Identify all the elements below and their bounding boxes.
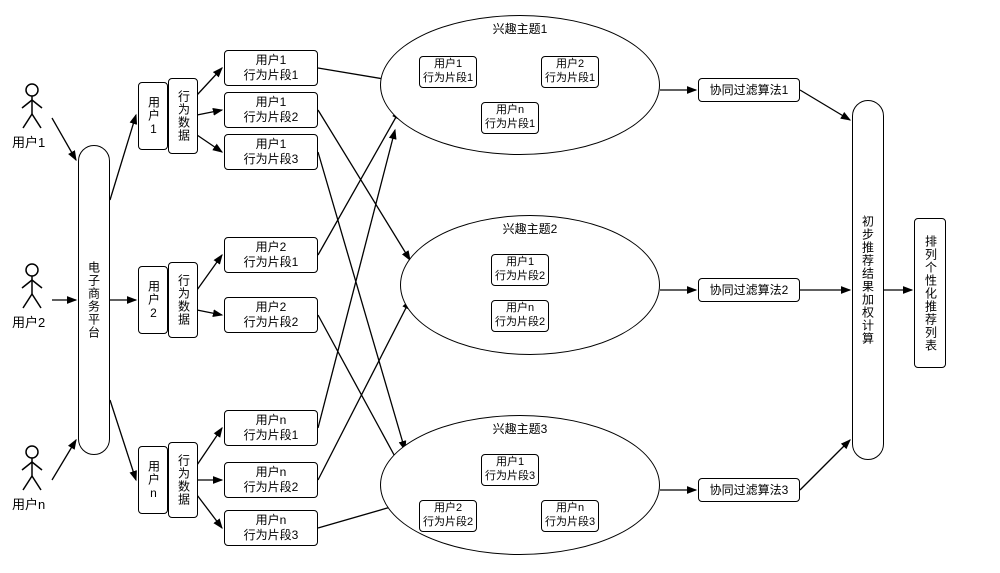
user-icon-2 (18, 262, 46, 310)
behavior-box-1: 行为数据 (168, 78, 198, 154)
behavior-box-n: 行为数据 (168, 442, 198, 518)
user-label-2: 用户2 (12, 312, 45, 331)
seg-uns3: 用户n 行为片段3 (224, 510, 318, 546)
user-label-1: 用户1 (12, 132, 45, 151)
topic-1-title: 兴趣主题1 (493, 20, 548, 37)
algo-2: 协同过滤算法2 (698, 278, 800, 302)
user-box-1: 用户1 (138, 82, 168, 150)
user-icon-n (18, 444, 46, 492)
user-box-n-label: 用户n (146, 460, 161, 501)
topic-1-b2: 用户2 行为片段1 (541, 56, 599, 88)
topic-1-b3: 用户n 行为片段1 (481, 102, 539, 134)
user-icon-1 (18, 82, 46, 130)
behavior-box-2: 行为数据 (168, 262, 198, 338)
user-box-2-label: 用户2 (146, 280, 161, 321)
user-box-n: 用户n (138, 446, 168, 514)
behavior-box-1-label: 行为数据 (176, 90, 191, 142)
topic-1: 兴趣主题1 用户1 行为片段1 用户2 行为片段1 用户n 行为片段1 (380, 15, 660, 155)
user-box-2: 用户2 (138, 266, 168, 334)
topic-3-b3: 用户n 行为片段3 (541, 500, 599, 532)
seg-uns1: 用户n 行为片段1 (224, 410, 318, 446)
final-label: 排列个性化推荐列表 (923, 235, 938, 352)
behavior-box-n-label: 行为数据 (176, 454, 191, 506)
topic-3: 兴趣主题3 用户1 行为片段3 用户2 行为片段2 用户n 行为片段3 (380, 415, 660, 555)
topic-2-b1: 用户1 行为片段2 (491, 254, 549, 286)
seg-uns2: 用户n 行为片段2 (224, 462, 318, 498)
topic-2-title: 兴趣主题2 (503, 220, 558, 237)
seg-u2s1: 用户2 行为片段1 (224, 237, 318, 273)
seg-u1s2: 用户1 行为片段2 (224, 92, 318, 128)
user-box-1-label: 用户1 (146, 96, 161, 137)
platform-pill: 电子商务平台 (78, 145, 110, 455)
algo-3: 协同过滤算法3 (698, 478, 800, 502)
seg-u1s3: 用户1 行为片段3 (224, 134, 318, 170)
final-box: 排列个性化推荐列表 (914, 218, 946, 368)
behavior-box-2-label: 行为数据 (176, 274, 191, 326)
topic-3-b2: 用户2 行为片段2 (419, 500, 477, 532)
topic-3-title: 兴趣主题3 (493, 420, 548, 437)
weighted-label: 初步推荐结果加权计算 (860, 215, 877, 345)
topic-2-b2: 用户n 行为片段2 (491, 300, 549, 332)
algo-1: 协同过滤算法1 (698, 78, 800, 102)
user-label-n: 用户n (12, 494, 45, 513)
topic-2: 兴趣主题2 用户1 行为片段2 用户n 行为片段2 (400, 215, 660, 355)
seg-u1s1: 用户1 行为片段1 (224, 50, 318, 86)
seg-u2s2: 用户2 行为片段2 (224, 297, 318, 333)
topic-3-b1: 用户1 行为片段3 (481, 454, 539, 486)
platform-label: 电子商务平台 (86, 261, 103, 339)
topic-1-b1: 用户1 行为片段1 (419, 56, 477, 88)
weighted-pill: 初步推荐结果加权计算 (852, 100, 884, 460)
